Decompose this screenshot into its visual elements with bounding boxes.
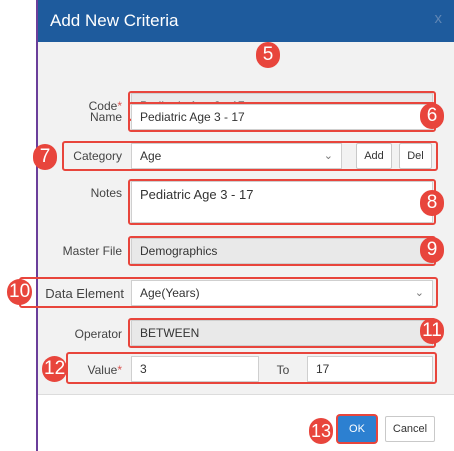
annotation-11: 11: [420, 318, 444, 344]
master-file-label: Master File: [62, 244, 122, 258]
annotation-13: 13: [309, 418, 334, 444]
close-icon[interactable]: x: [435, 10, 443, 27]
operator-label: Operator: [74, 327, 122, 341]
name-label: Name: [89, 110, 122, 124]
dialog-title-bar: Add New Criteria x: [38, 0, 454, 42]
dialog-title: Add New Criteria: [50, 11, 179, 30]
annotation-5: 5: [256, 42, 280, 68]
category-highlight: [62, 141, 438, 171]
annotation-12: 12: [42, 356, 68, 382]
ok-button[interactable]: OK: [338, 416, 376, 442]
operator-highlight: [128, 318, 436, 348]
annotation-6: 6: [420, 103, 444, 129]
value-highlight: [66, 352, 437, 384]
notes-label: Notes: [90, 186, 122, 200]
master-file-highlight: [128, 236, 436, 266]
annotation-7: 7: [33, 144, 57, 170]
annotation-9: 9: [420, 237, 444, 263]
footer-divider: [38, 394, 454, 395]
notes-highlight: [128, 179, 436, 225]
annotation-10: 10: [7, 279, 33, 305]
data-element-highlight: [19, 277, 438, 308]
annotation-8: 8: [420, 190, 444, 216]
cancel-button[interactable]: Cancel: [385, 416, 435, 442]
name-highlight: [128, 102, 436, 132]
